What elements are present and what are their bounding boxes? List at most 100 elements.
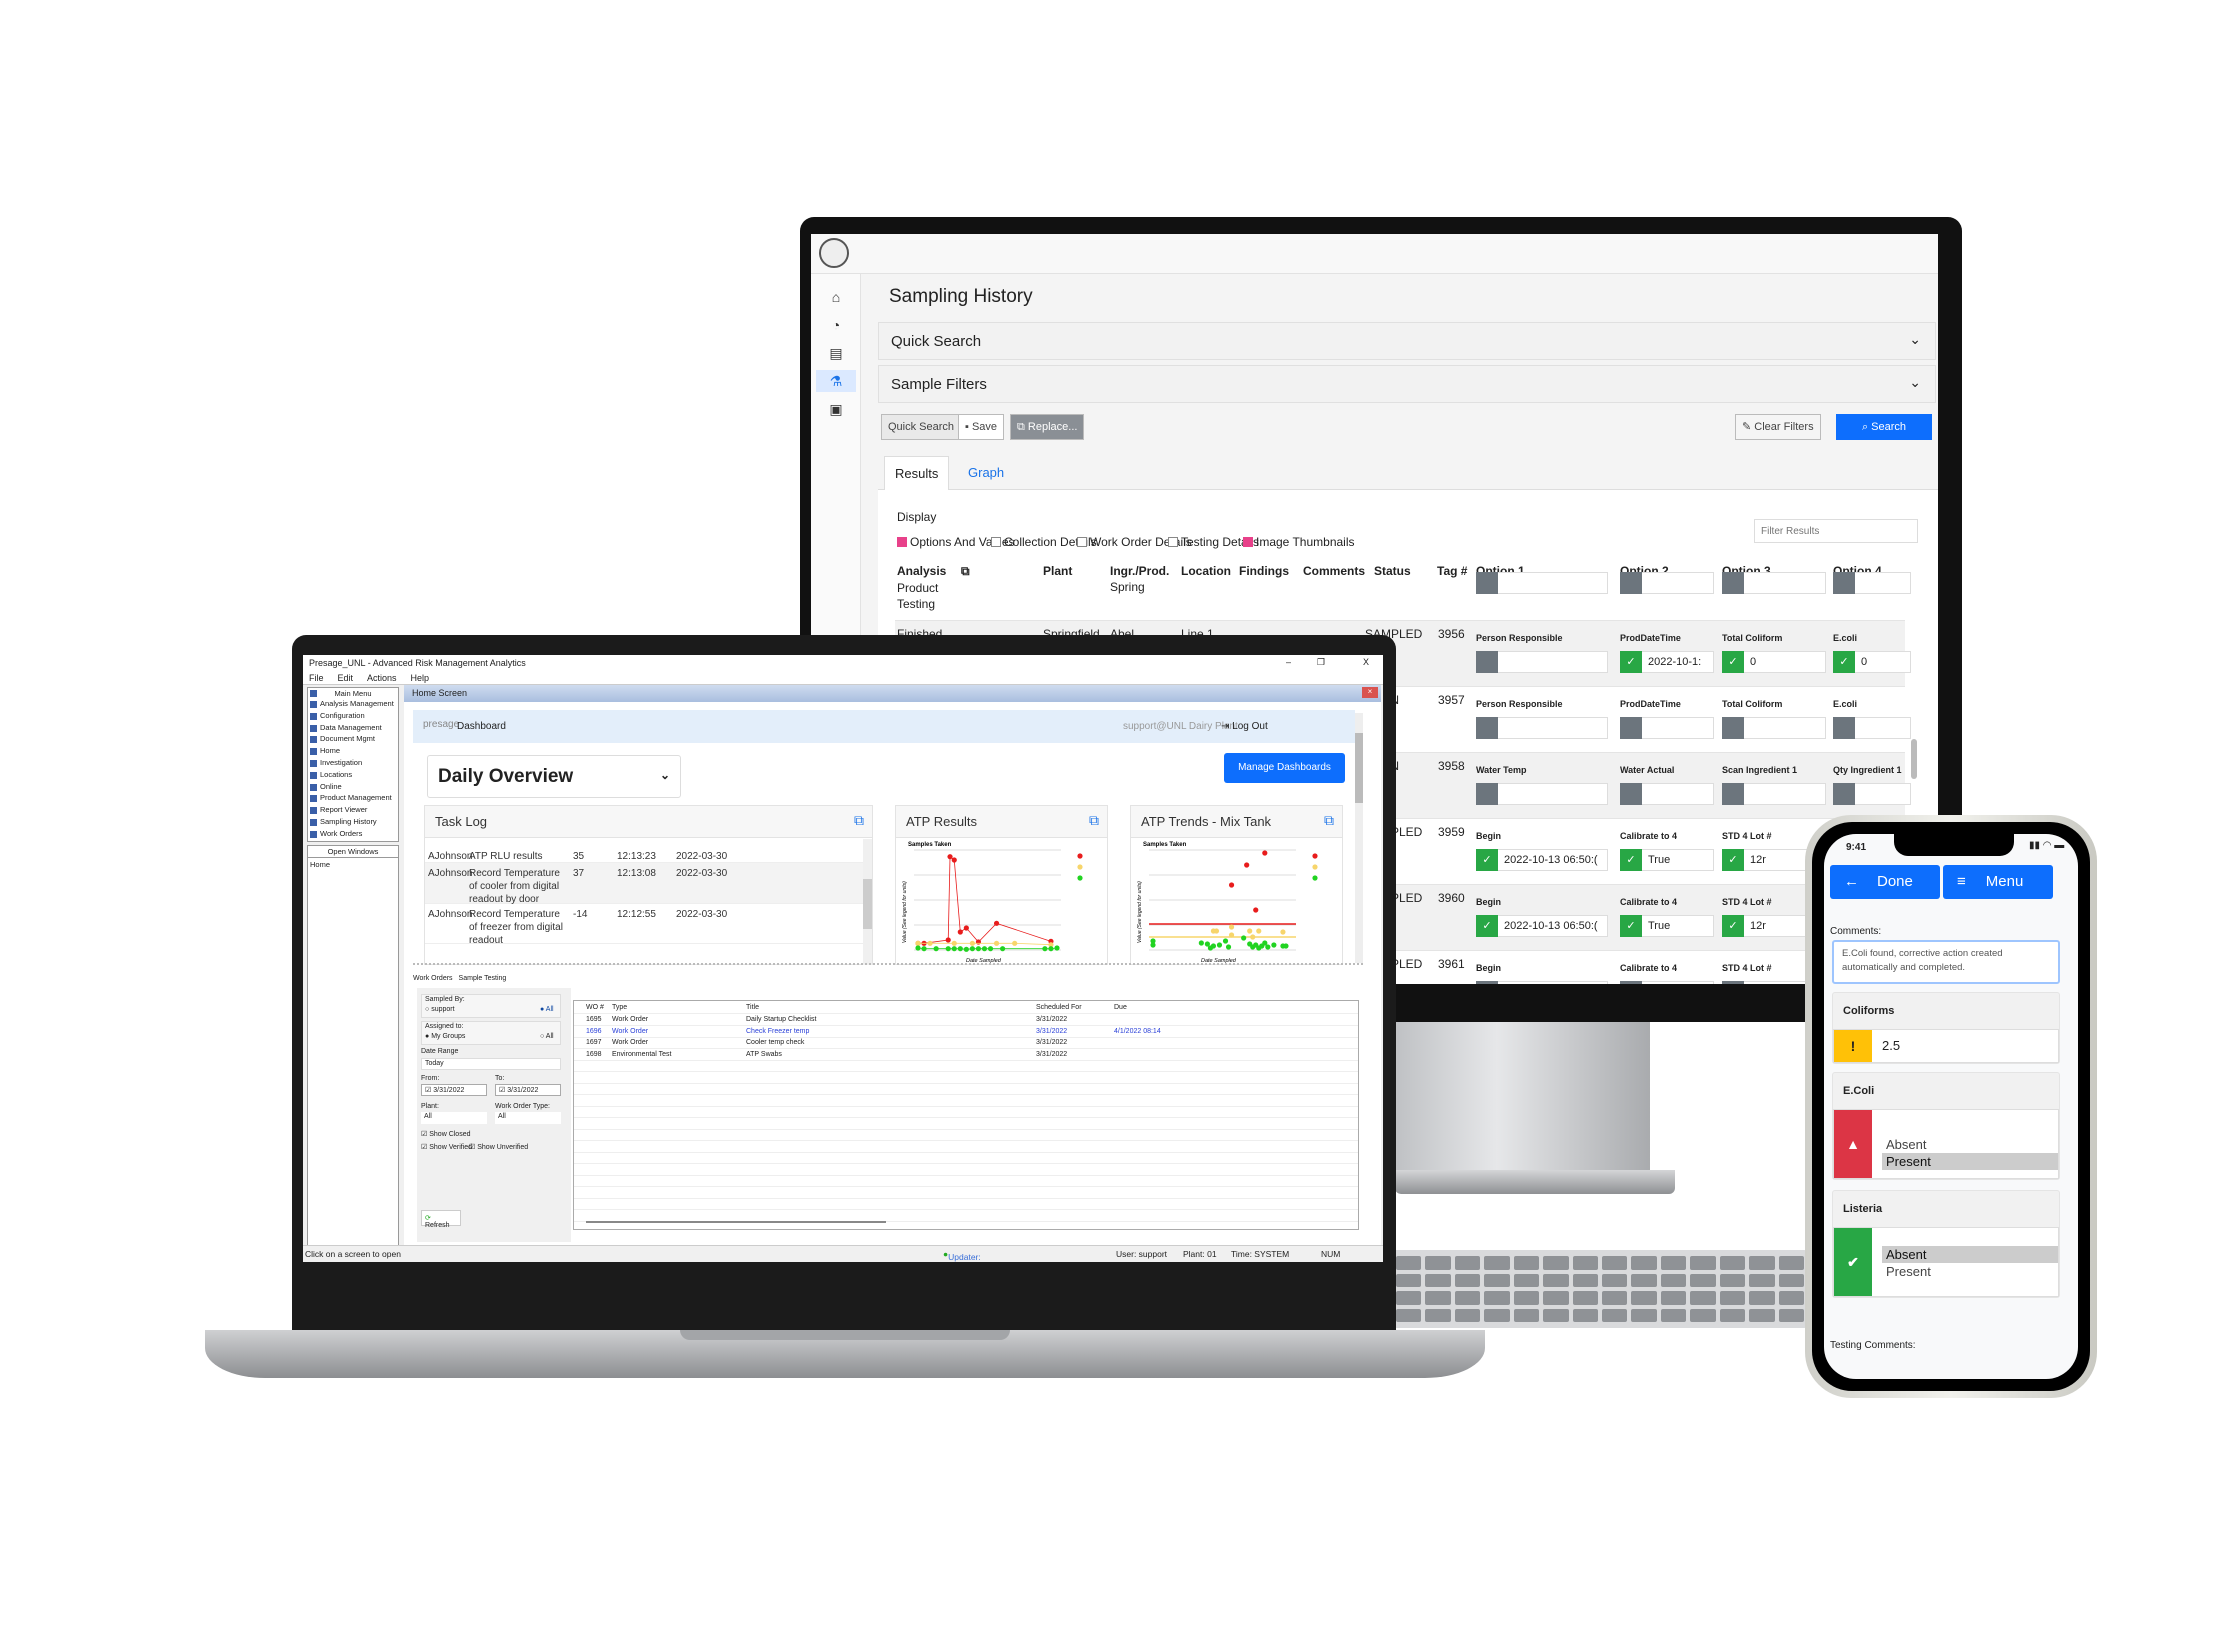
tab-sample-testing[interactable]: Sample Testing — [459, 975, 507, 982]
task-log-row[interactable]: AJohnson ATP RLU results 35 12:13:23 2022-03… — [425, 846, 863, 863]
main-menu-item[interactable]: Locations — [308, 770, 398, 782]
column-header[interactable]: WO # — [586, 1004, 604, 1011]
work-order-row[interactable]: 1696 Work Order Check Freezer temp 3/31/202… — [574, 1027, 1358, 1038]
save-button[interactable]: ▪ Save — [958, 414, 1005, 440]
main-menu-item[interactable]: Investigation — [308, 758, 398, 770]
tag-cell: 3957 — [1438, 693, 1465, 707]
radio-my-groups[interactable]: ● My Groups — [425, 1033, 465, 1040]
column-header[interactable]: Type — [612, 1004, 627, 1011]
logout-button[interactable]: ⇥ Log Out — [1221, 721, 1268, 732]
listeria-select[interactable]: Absent Present — [1882, 1228, 2058, 1296]
from-date-picker[interactable]: ☑ 3/31/2022 — [421, 1084, 487, 1096]
wo-type-select[interactable]: All — [495, 1112, 561, 1124]
task-log-row[interactable]: AJohnson Record Temperature of cooler fro… — [425, 863, 863, 905]
main-menu-item[interactable]: Sampling History — [308, 817, 398, 829]
show-unverified-checkbox[interactable]: ☑ Show Unverified — [469, 1143, 528, 1151]
column-header[interactable]: Status — [1374, 564, 1411, 578]
search-button[interactable]: ⌕ Search — [1836, 414, 1932, 440]
sample-filters-panel[interactable]: Sample Filters ⌄ — [878, 365, 1936, 403]
main-menu-item[interactable]: Report Viewer — [308, 805, 398, 817]
quick-search-button[interactable]: Quick Search — [881, 414, 962, 440]
work-order-row[interactable]: 1697 Work Order Cooler temp check 3/31/2022 — [574, 1038, 1358, 1049]
radio-all[interactable]: ○ All — [540, 1033, 554, 1040]
to-date-picker[interactable]: ☑ 3/31/2022 — [495, 1084, 561, 1096]
task-log-scrollbar[interactable] — [863, 839, 872, 965]
show-closed-checkbox[interactable]: ☑ Show Closed — [421, 1130, 470, 1138]
menu-button[interactable]: ≡ Menu — [1943, 865, 2053, 899]
coliforms-value[interactable]: 2.5 — [1872, 1030, 1910, 1062]
radio-all[interactable]: ● All — [540, 1006, 554, 1013]
ecoli-select[interactable]: Absent Present — [1882, 1110, 2058, 1178]
main-menu-item[interactable]: Configuration — [308, 711, 398, 723]
tab-results[interactable]: Results — [884, 456, 950, 490]
task-log-row[interactable]: AJohnson Record Temperature of freezer fr… — [425, 904, 863, 946]
date-range-select[interactable]: Today — [421, 1058, 561, 1070]
comments-textarea[interactable]: E.Coli found, corrective action created … — [1832, 940, 2060, 984]
dashboard-select[interactable]: Daily Overview ⌄ — [427, 755, 681, 798]
column-header[interactable]: Findings — [1239, 564, 1289, 578]
main-menu-item[interactable]: Analysis Management — [308, 699, 398, 711]
menu-help[interactable]: Help — [411, 673, 430, 683]
tab-work-orders[interactable]: Work Orders — [413, 975, 453, 982]
status-num: NUM — [1321, 1249, 1341, 1259]
refresh-button[interactable]: ⟳ Refresh — [421, 1210, 461, 1229]
external-link-icon[interactable]: ⧉ — [1324, 812, 1334, 829]
clipboard-icon[interactable]: ▣ — [823, 398, 849, 420]
flask-icon[interactable]: ⚗ — [816, 370, 856, 392]
show-verified-checkbox[interactable]: ☑ Show Verified — [421, 1143, 472, 1151]
main-menu-item[interactable]: Home — [308, 746, 398, 758]
gauge-icon[interactable]: ◔ — [823, 314, 849, 336]
column-header[interactable]: Title — [746, 1004, 759, 1011]
close-button[interactable]: X — [1363, 657, 1369, 667]
tag-cell: 3958 — [1438, 759, 1465, 773]
replace-button[interactable]: ⧉ Replace... — [1010, 414, 1085, 440]
work-order-row[interactable]: 1695 Work Order Daily Startup Checklist 3/3… — [574, 1015, 1358, 1026]
external-link-icon[interactable]: ⧉ — [1089, 812, 1099, 829]
tab-graph[interactable]: Graph — [958, 456, 1014, 490]
column-header[interactable]: Due — [1114, 1004, 1127, 1011]
external-link-icon[interactable]: ⧉ — [854, 812, 864, 829]
main-menu-item[interactable]: Product Management — [308, 793, 398, 805]
data-point — [1241, 935, 1247, 941]
report-file-icon[interactable]: ▤ — [823, 342, 849, 364]
column-header[interactable]: Scheduled For — [1036, 1004, 1082, 1011]
menu-actions[interactable]: Actions — [367, 673, 397, 683]
main-menu-item[interactable]: Data Management — [308, 723, 398, 735]
radio-support[interactable]: ○ support — [425, 1006, 455, 1013]
close-icon[interactable]: × — [1362, 687, 1378, 698]
main-menu-item[interactable]: Online — [308, 782, 398, 794]
column-header[interactable]: Analysis — [897, 564, 946, 578]
done-button[interactable]: ← Done — [1830, 865, 1940, 899]
restore-button[interactable]: ❐ — [1317, 657, 1325, 668]
open-window-home[interactable]: Home — [308, 858, 398, 871]
menu-edit[interactable]: Edit — [338, 673, 354, 683]
clear-filters-button[interactable]: ✎ Clear Filters — [1735, 414, 1821, 440]
status-user: User: support — [1116, 1249, 1168, 1259]
column-header[interactable]: Location — [1181, 564, 1231, 578]
quick-search-panel[interactable]: Quick Search ⌄ — [878, 322, 1936, 360]
main-menu-item[interactable]: Work Orders — [308, 829, 398, 841]
filter-results-input[interactable] — [1754, 519, 1918, 543]
minimize-button[interactable]: – — [1286, 657, 1291, 667]
phone: 9:41 ▮▮ ◠ ▬ ← Done ≡ Menu Comments: E.Coli… — [1805, 815, 2097, 1398]
menu-file[interactable]: File — [309, 673, 324, 683]
work-order-row[interactable]: 1698 Environmental Test ATP Swabs 3/31/2022 — [574, 1050, 1358, 1061]
updater-status[interactable]: ●Updater: (11:59) software up to date — [943, 1249, 981, 1262]
horizontal-scrollbar[interactable] — [586, 1221, 886, 1223]
keyboard — [1390, 1250, 1810, 1328]
legend-marker — [1312, 864, 1318, 870]
column-header[interactable]: Tag # — [1437, 564, 1467, 578]
column-header[interactable]: Comments — [1303, 564, 1365, 578]
manage-dashboards-button[interactable]: Manage Dashboards — [1224, 753, 1345, 783]
plant-select[interactable]: All — [421, 1112, 487, 1124]
column-header[interactable]: Ingr./Prod. — [1110, 564, 1169, 578]
home-icon[interactable]: ⌂ — [823, 286, 849, 308]
warning-icon: ! — [1834, 1030, 1872, 1062]
column-header[interactable]: Plant — [1043, 564, 1072, 578]
table-scrollbar[interactable] — [1911, 739, 1917, 779]
splitter[interactable] — [413, 963, 1363, 965]
main-menu-item[interactable]: Document Mgmt — [308, 734, 398, 746]
display-option-checkbox[interactable]: Image Thumbnails — [1243, 535, 1355, 549]
dashboard-scrollbar[interactable] — [1355, 713, 1363, 963]
tag-cell: 3956 — [1438, 627, 1465, 641]
